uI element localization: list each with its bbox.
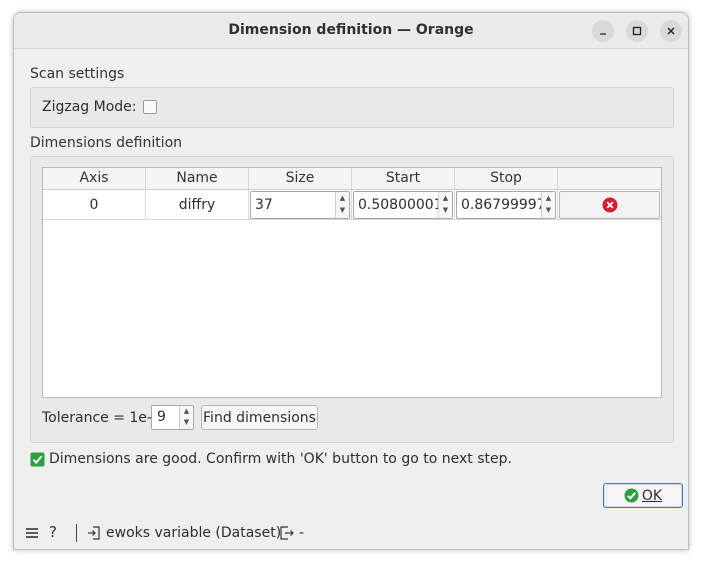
- output-variable-label: -: [299, 525, 305, 541]
- check-icon: [30, 452, 45, 466]
- help-button[interactable]: ?: [49, 523, 57, 541]
- size-stepper-arrows[interactable]: ▲ ▼: [335, 192, 349, 218]
- input-variable[interactable]: ewoks variable (Dataset): [87, 525, 281, 541]
- stepper-down-icon[interactable]: ▼: [336, 204, 349, 216]
- output-signal-icon: [280, 526, 294, 540]
- output-variable[interactable]: -: [280, 525, 304, 541]
- cell-axis: 0: [43, 190, 146, 220]
- maximize-button[interactable]: [626, 20, 648, 42]
- ok-label: OK: [641, 487, 663, 504]
- stepper-up-icon[interactable]: ▲: [542, 192, 555, 204]
- zigzag-label: Zigzag Mode:: [42, 99, 137, 115]
- stepper-down-icon[interactable]: ▼: [439, 204, 452, 216]
- hamburger-menu-icon: [26, 528, 38, 538]
- status-message: Dimensions are good. Confirm with 'OK' b…: [30, 451, 512, 467]
- size-spinbox[interactable]: 37 ▲ ▼: [250, 191, 350, 219]
- scan-settings-label: Scan settings: [30, 66, 125, 82]
- zigzag-checkbox[interactable]: [143, 100, 157, 114]
- column-header-stop[interactable]: Stop: [455, 168, 558, 190]
- stepper-down-icon[interactable]: ▼: [180, 417, 193, 428]
- status-text: Dimensions are good. Confirm with 'OK' b…: [49, 451, 512, 467]
- status-bar: ? ewoks variable (Dataset) -: [14, 521, 688, 549]
- start-stepper-arrows[interactable]: ▲ ▼: [438, 192, 452, 218]
- cell-stop: 0.86799997 ▲ ▼: [455, 190, 558, 220]
- close-icon: [667, 27, 675, 35]
- table-header: Axis Name Size Start Stop: [43, 168, 661, 190]
- column-header-actions: [558, 168, 661, 190]
- title-bar[interactable]: Dimension definition — Orange: [14, 13, 688, 49]
- dimensions-table: Axis Name Size Start Stop 0 diffry 37 ▲ …: [42, 167, 662, 398]
- footer-divider: [76, 524, 77, 542]
- minimize-icon: [600, 33, 606, 35]
- dimensions-definition-label: Dimensions definition: [30, 135, 183, 151]
- close-button[interactable]: [660, 20, 682, 42]
- start-spinbox[interactable]: 0.50800001 ▲ ▼: [353, 191, 453, 219]
- window-title: Dimension definition — Orange: [228, 22, 474, 38]
- help-icon: ?: [49, 523, 57, 541]
- stop-value: 0.86799997: [461, 197, 546, 213]
- maximize-icon: [632, 26, 642, 36]
- input-variable-label: ewoks variable (Dataset): [106, 525, 282, 541]
- cell-delete: [558, 190, 661, 220]
- stepper-up-icon[interactable]: ▲: [180, 406, 193, 417]
- remove-dimension-button[interactable]: [559, 191, 660, 219]
- column-header-start[interactable]: Start: [352, 168, 455, 190]
- menu-button[interactable]: [25, 526, 39, 540]
- column-header-size[interactable]: Size: [249, 168, 352, 190]
- size-value: 37: [255, 197, 273, 213]
- stepper-up-icon[interactable]: ▲: [439, 192, 452, 204]
- tolerance-label: Tolerance = 1e-: [42, 410, 152, 426]
- cell-size: 37 ▲ ▼: [249, 190, 352, 220]
- table-row: 0 diffry 37 ▲ ▼ 0.50800001 ▲ ▼ 0.8679999…: [43, 190, 661, 220]
- tolerance-spinbox[interactable]: 9 ▲ ▼: [151, 405, 194, 430]
- stop-spinbox[interactable]: 0.86799997 ▲ ▼: [456, 191, 556, 219]
- cell-start: 0.50800001 ▲ ▼: [352, 190, 455, 220]
- column-header-axis[interactable]: Axis: [43, 168, 146, 190]
- remove-icon: [602, 197, 617, 213]
- start-value: 0.50800001: [358, 197, 443, 213]
- input-signal-icon: [88, 526, 100, 540]
- minimize-button[interactable]: [592, 20, 614, 42]
- cell-name: diffry: [146, 190, 249, 220]
- column-header-name[interactable]: Name: [146, 168, 249, 190]
- stepper-up-icon[interactable]: ▲: [336, 192, 349, 204]
- tolerance-stepper-arrows[interactable]: ▲ ▼: [179, 406, 193, 429]
- ok-check-icon: [624, 488, 639, 503]
- stop-stepper-arrows[interactable]: ▲ ▼: [541, 192, 555, 218]
- scan-settings-group: Zigzag Mode:: [30, 87, 674, 128]
- dialog-window: Dimension definition — Orange Scan setti…: [13, 12, 689, 550]
- find-dimensions-button[interactable]: Find dimensions: [201, 405, 318, 430]
- tolerance-value: 9: [157, 409, 166, 425]
- stepper-down-icon[interactable]: ▼: [542, 204, 555, 216]
- ok-button[interactable]: OK: [603, 483, 683, 508]
